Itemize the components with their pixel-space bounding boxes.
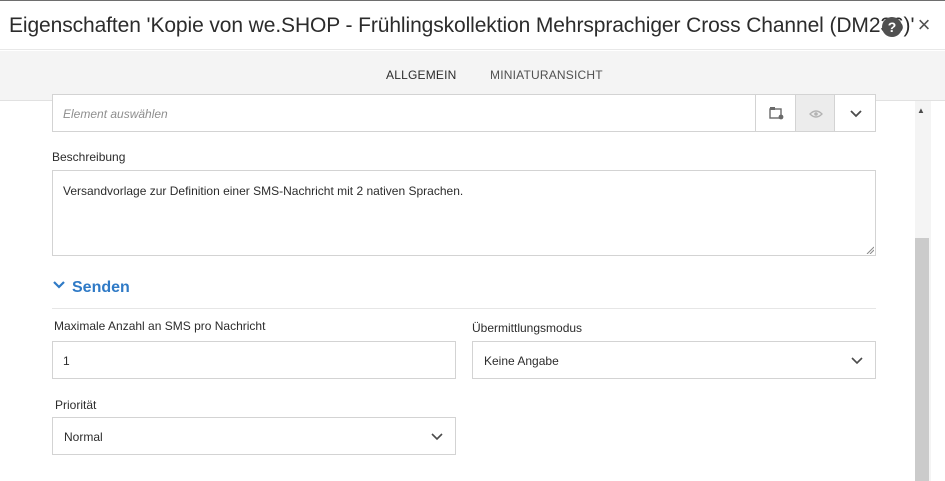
description-textarea[interactable]: Versandvorlage zur Definition einer SMS-… [52,170,876,256]
tab-allgemein[interactable]: ALLGEMEIN [386,68,457,82]
max-sms-label: Maximale Anzahl an SMS pro Nachricht [54,319,266,333]
priority-label: Priorität [55,398,97,412]
priority-value: Normal [64,430,103,444]
max-sms-input[interactable]: 1 [52,341,456,379]
folder-browse-icon [769,107,784,120]
section-divider [52,308,876,309]
delivery-mode-label: Übermittlungsmodus [472,321,583,335]
chevron-down-icon [431,433,443,441]
scroll-up-icon[interactable]: ▲ [917,106,925,115]
eye-icon [809,110,823,118]
element-dropdown-button[interactable] [834,94,876,132]
close-icon[interactable]: × [915,13,933,37]
delivery-mode-value: Keine Angabe [484,354,559,368]
section-senden-toggle[interactable]: Senden [52,278,130,298]
chevron-down-icon [53,281,65,289]
delivery-mode-select[interactable]: Keine Angabe [472,341,876,379]
dialog-title: Eigenschaften 'Kopie von we.SHOP - Frühl… [9,14,915,37]
chevron-down-icon [850,110,862,118]
dialog-titlebar: Eigenschaften 'Kopie von we.SHOP - Frühl… [0,0,945,50]
browse-element-button[interactable] [755,94,796,132]
tab-miniaturansicht[interactable]: MINIATURANSICHT [490,68,603,82]
element-select-placeholder: Element auswählen [63,107,168,121]
element-select-field[interactable]: Element auswählen [52,94,756,132]
chevron-down-icon [851,357,863,365]
description-label: Beschreibung [52,150,126,164]
scrollbar-thumb[interactable] [915,238,929,481]
preview-element-button[interactable] [795,94,835,132]
priority-select[interactable]: Normal [52,417,456,455]
section-senden-title: Senden [72,279,130,296]
resize-grip-icon[interactable] [866,246,874,254]
help-icon[interactable]: ? [882,17,902,37]
